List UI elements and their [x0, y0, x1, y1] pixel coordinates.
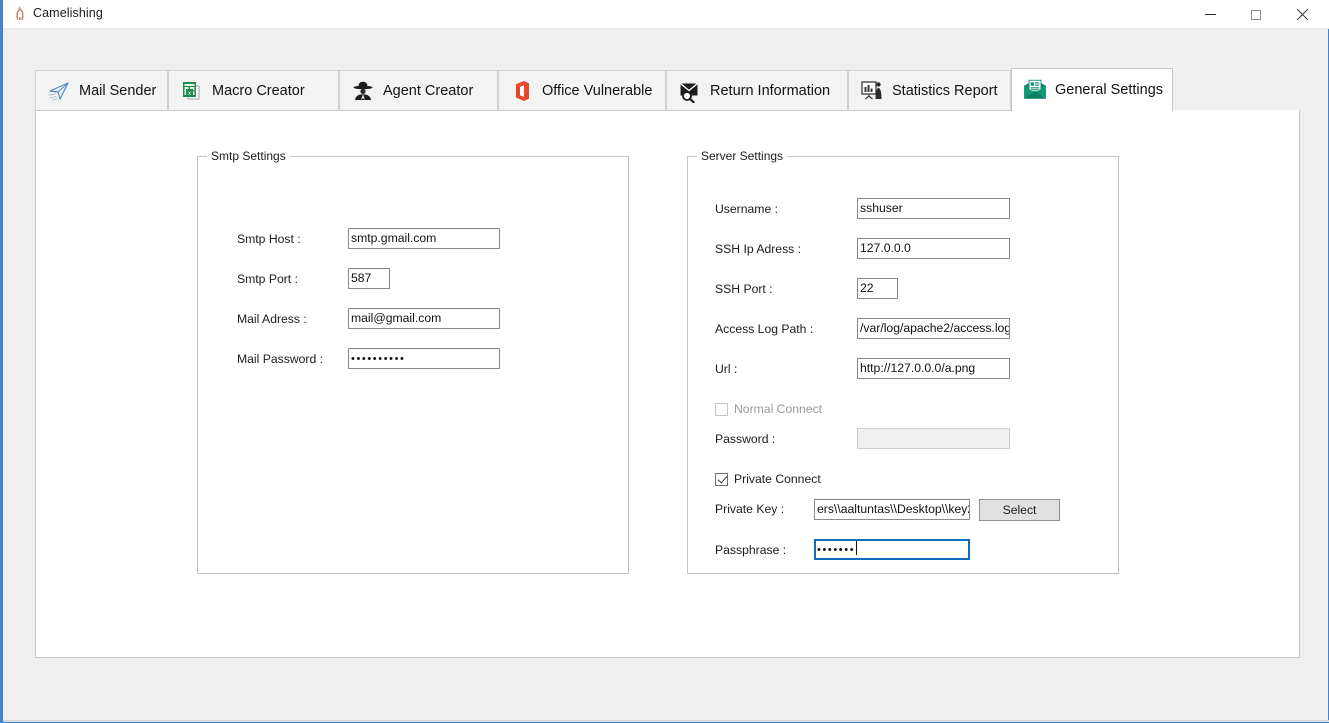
private-connect-checkbox[interactable]: Private Connect [715, 472, 821, 486]
tab-label: General Settings [1055, 82, 1164, 98]
smtp-settings-title: Smtp Settings [207, 149, 290, 163]
close-button[interactable] [1279, 0, 1325, 29]
username-label: Username : [715, 202, 778, 216]
ssh-ip-address-label: SSH Ip Adress : [715, 242, 802, 256]
camel-icon [11, 5, 29, 23]
tab-label: Office Vulnerable [542, 82, 653, 99]
text-caret [856, 541, 858, 555]
checkbox-box-icon [715, 402, 728, 416]
tab-office-vulnerable[interactable]: Office Vulnerable [498, 70, 666, 111]
server-settings-group: Server Settings Username : sshuser SSH I… [687, 149, 1119, 574]
window-bottom-edge [3, 720, 1329, 722]
tab-mail-sender[interactable]: Mail Sender [35, 70, 168, 111]
server-settings-title: Server Settings [697, 149, 788, 163]
office-logo-icon [509, 78, 535, 104]
passphrase-label: Passphrase : [715, 543, 787, 557]
mail-settings-icon [1022, 77, 1048, 103]
minimize-icon [1204, 14, 1216, 15]
smtp-port-label: Smtp Port : [237, 272, 298, 286]
mail-address-label: Mail Adress : [237, 312, 307, 326]
mail-search-icon [677, 78, 703, 104]
passphrase-dots: ••••••• [817, 543, 856, 556]
ssh-port-label: SSH Port : [715, 282, 773, 296]
minimize-button[interactable] [1187, 0, 1233, 29]
tab-macro-creator[interactable]: x Macro Creator [168, 70, 339, 111]
server-password-input [857, 428, 1010, 449]
tab-strip: Mail Sender x Macro Creator Agent Creato… [35, 68, 1300, 112]
smtp-host-input[interactable]: smtp.gmail.com [348, 228, 500, 249]
presentation-icon [859, 78, 885, 104]
application-window: Camelishing Mail Sender x Macro Creator … [0, 0, 1329, 723]
checkbox-checked-icon [715, 472, 728, 486]
maximize-icon [1251, 9, 1261, 20]
smtp-port-input[interactable]: 587 [348, 268, 390, 289]
tab-label: Mail Sender [79, 82, 157, 99]
mail-password-input[interactable]: •••••••••• [348, 348, 500, 369]
mail-address-input[interactable]: mail@gmail.com [348, 308, 500, 329]
ssh-ip-address-input[interactable]: 127.0.0.0 [857, 238, 1010, 259]
server-password-label: Password : [715, 432, 776, 446]
smtp-host-label: Smtp Host : [237, 232, 301, 246]
username-input[interactable]: sshuser [857, 198, 1010, 219]
mail-password-dots: •••••••••• [351, 352, 406, 365]
mail-password-label: Mail Password : [237, 352, 324, 366]
title-bar: Camelishing [3, 0, 1329, 29]
tab-label: Statistics Report [892, 82, 998, 99]
ssh-port-input[interactable]: 22 [857, 278, 898, 299]
window-title: Camelishing [33, 6, 103, 20]
private-key-input[interactable]: ers\\aaltuntas\\Desktop\\key2 [814, 499, 970, 520]
url-input[interactable]: http://127.0.0.0/a.png [857, 358, 1010, 379]
smtp-settings-group: Smtp Settings Smtp Host : smtp.gmail.com… [197, 149, 629, 574]
access-log-path-label: Access Log Path : [715, 322, 814, 336]
general-settings-panel: Smtp Settings Smtp Host : smtp.gmail.com… [35, 110, 1300, 658]
tab-return-information[interactable]: Return Information [666, 70, 848, 111]
tab-statistics-report[interactable]: Statistics Report [848, 70, 1011, 111]
tab-general-settings[interactable]: General Settings [1011, 68, 1173, 112]
private-key-label: Private Key : [715, 502, 785, 516]
close-icon [1296, 9, 1308, 21]
excel-sheet-icon: x [179, 78, 205, 104]
url-label: Url : [715, 362, 738, 376]
tab-label: Agent Creator [383, 82, 474, 99]
maximize-button[interactable] [1233, 0, 1279, 29]
paper-plane-icon [46, 78, 72, 104]
select-private-key-button[interactable]: Select [979, 499, 1060, 521]
tab-agent-creator[interactable]: Agent Creator [339, 70, 498, 111]
tab-label: Macro Creator [212, 82, 305, 99]
tab-label: Return Information [710, 82, 831, 99]
spy-hat-icon [350, 78, 376, 104]
svg-text:x: x [188, 90, 191, 96]
passphrase-input[interactable]: ••••••• [814, 539, 970, 560]
normal-connect-label: Normal Connect [734, 402, 823, 416]
access-log-path-input[interactable]: /var/log/apache2/access.log [857, 318, 1010, 339]
private-connect-label: Private Connect [734, 472, 821, 486]
normal-connect-checkbox[interactable]: Normal Connect [715, 402, 822, 416]
